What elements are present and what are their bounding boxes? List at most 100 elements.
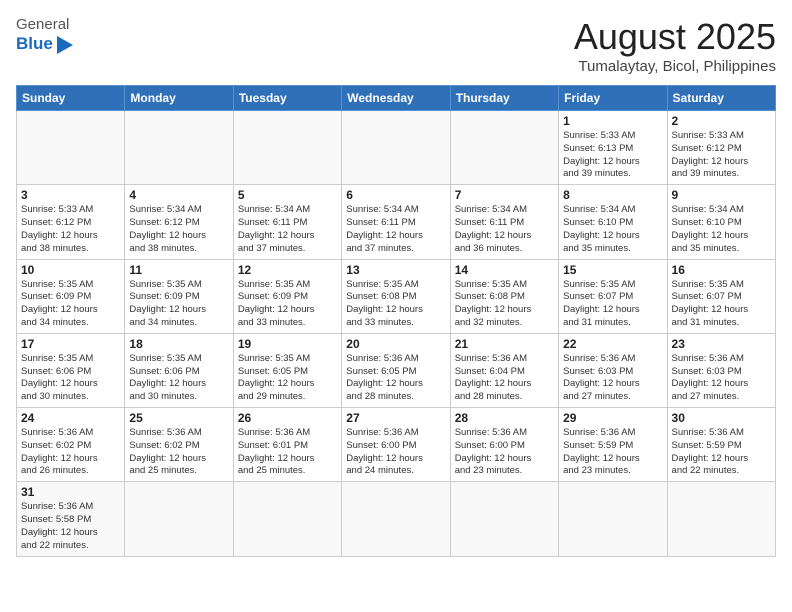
- calendar-cell: 6 Sunrise: 5:34 AM Sunset: 6:11 PM Daylig…: [342, 185, 450, 259]
- logo-general: General: [16, 16, 69, 33]
- day-number: 7: [455, 188, 554, 202]
- weekday-header-monday: Monday: [125, 86, 233, 111]
- calendar-cell: [125, 482, 233, 556]
- day-info: Sunrise: 5:33 AM Sunset: 6:12 PM Dayligh…: [672, 130, 771, 181]
- calendar-cell: [667, 482, 775, 556]
- logo: General Blue: [16, 16, 73, 54]
- day-info: Sunrise: 5:35 AM Sunset: 6:06 PM Dayligh…: [21, 353, 120, 404]
- day-info: Sunrise: 5:36 AM Sunset: 5:58 PM Dayligh…: [21, 501, 120, 552]
- day-info: Sunrise: 5:35 AM Sunset: 6:09 PM Dayligh…: [129, 279, 228, 330]
- day-number: 3: [21, 188, 120, 202]
- day-info: Sunrise: 5:34 AM Sunset: 6:10 PM Dayligh…: [563, 204, 662, 255]
- day-number: 27: [346, 411, 445, 425]
- weekday-header-thursday: Thursday: [450, 86, 558, 111]
- day-number: 6: [346, 188, 445, 202]
- calendar-cell: 1Sunrise: 5:33 AM Sunset: 6:13 PM Daylig…: [559, 111, 667, 185]
- calendar-cell: 23 Sunrise: 5:36 AM Sunset: 6:03 PM Dayli…: [667, 333, 775, 407]
- day-info: Sunrise: 5:36 AM Sunset: 6:03 PM Dayligh…: [563, 353, 662, 404]
- day-info: Sunrise: 5:36 AM Sunset: 6:04 PM Dayligh…: [455, 353, 554, 404]
- day-number: 13: [346, 263, 445, 277]
- calendar-cell: 30 Sunrise: 5:36 AM Sunset: 5:59 PM Dayli…: [667, 408, 775, 482]
- day-info: Sunrise: 5:34 AM Sunset: 6:11 PM Dayligh…: [455, 204, 554, 255]
- calendar-cell: 17 Sunrise: 5:35 AM Sunset: 6:06 PM Dayli…: [17, 333, 125, 407]
- day-number: 9: [672, 188, 771, 202]
- calendar-cell: [125, 111, 233, 185]
- logo-arrow-icon: [57, 36, 73, 54]
- day-number: 26: [238, 411, 337, 425]
- day-info: Sunrise: 5:34 AM Sunset: 6:11 PM Dayligh…: [346, 204, 445, 255]
- day-number: 28: [455, 411, 554, 425]
- weekday-header-friday: Friday: [559, 86, 667, 111]
- day-number: 22: [563, 337, 662, 351]
- calendar-cell: [559, 482, 667, 556]
- day-number: 25: [129, 411, 228, 425]
- day-number: 8: [563, 188, 662, 202]
- day-number: 12: [238, 263, 337, 277]
- day-number: 16: [672, 263, 771, 277]
- calendar-cell: 15Sunrise: 5:35 AM Sunset: 6:07 PM Dayli…: [559, 259, 667, 333]
- day-info: Sunrise: 5:36 AM Sunset: 5:59 PM Dayligh…: [563, 427, 662, 478]
- day-info: Sunrise: 5:34 AM Sunset: 6:12 PM Dayligh…: [129, 204, 228, 255]
- calendar-cell: 5 Sunrise: 5:34 AM Sunset: 6:11 PM Daylig…: [233, 185, 341, 259]
- calendar-cell: [342, 482, 450, 556]
- calendar-cell: 13 Sunrise: 5:35 AM Sunset: 6:08 PM Dayli…: [342, 259, 450, 333]
- day-info: Sunrise: 5:35 AM Sunset: 6:09 PM Dayligh…: [21, 279, 120, 330]
- calendar-table: SundayMondayTuesdayWednesdayThursdayFrid…: [16, 85, 776, 557]
- day-info: Sunrise: 5:36 AM Sunset: 5:59 PM Dayligh…: [672, 427, 771, 478]
- day-info: Sunrise: 5:35 AM Sunset: 6:09 PM Dayligh…: [238, 279, 337, 330]
- calendar-cell: 28Sunrise: 5:36 AM Sunset: 6:00 PM Dayli…: [450, 408, 558, 482]
- day-number: 17: [21, 337, 120, 351]
- day-info: Sunrise: 5:36 AM Sunset: 6:03 PM Dayligh…: [672, 353, 771, 404]
- calendar-cell: 26 Sunrise: 5:36 AM Sunset: 6:01 PM Dayli…: [233, 408, 341, 482]
- day-info: Sunrise: 5:33 AM Sunset: 6:12 PM Dayligh…: [21, 204, 120, 255]
- day-info: Sunrise: 5:34 AM Sunset: 6:10 PM Dayligh…: [672, 204, 771, 255]
- day-info: Sunrise: 5:36 AM Sunset: 6:02 PM Dayligh…: [21, 427, 120, 478]
- calendar-cell: 18 Sunrise: 5:35 AM Sunset: 6:06 PM Dayli…: [125, 333, 233, 407]
- calendar-cell: 2 Sunrise: 5:33 AM Sunset: 6:12 PM Daylig…: [667, 111, 775, 185]
- day-info: Sunrise: 5:35 AM Sunset: 6:07 PM Dayligh…: [672, 279, 771, 330]
- calendar-cell: 14 Sunrise: 5:35 AM Sunset: 6:08 PM Dayli…: [450, 259, 558, 333]
- day-info: Sunrise: 5:36 AM Sunset: 6:01 PM Dayligh…: [238, 427, 337, 478]
- day-info: Sunrise: 5:35 AM Sunset: 6:08 PM Dayligh…: [455, 279, 554, 330]
- calendar-cell: [342, 111, 450, 185]
- logo-blue: Blue: [16, 34, 53, 54]
- day-number: 11: [129, 263, 228, 277]
- day-info: Sunrise: 5:36 AM Sunset: 6:02 PM Dayligh…: [129, 427, 228, 478]
- calendar-cell: [450, 482, 558, 556]
- day-info: Sunrise: 5:35 AM Sunset: 6:08 PM Dayligh…: [346, 279, 445, 330]
- day-info: Sunrise: 5:36 AM Sunset: 6:00 PM Dayligh…: [346, 427, 445, 478]
- calendar-cell: 12 Sunrise: 5:35 AM Sunset: 6:09 PM Dayli…: [233, 259, 341, 333]
- calendar-cell: 20Sunrise: 5:36 AM Sunset: 6:05 PM Dayli…: [342, 333, 450, 407]
- day-info: Sunrise: 5:34 AM Sunset: 6:11 PM Dayligh…: [238, 204, 337, 255]
- day-number: 30: [672, 411, 771, 425]
- page: General Blue August 2025 Tumalaytay, Bic…: [0, 0, 792, 565]
- calendar-cell: 24 Sunrise: 5:36 AM Sunset: 6:02 PM Dayli…: [17, 408, 125, 482]
- day-number: 23: [672, 337, 771, 351]
- weekday-header-tuesday: Tuesday: [233, 86, 341, 111]
- day-info: Sunrise: 5:35 AM Sunset: 6:07 PM Dayligh…: [563, 279, 662, 330]
- calendar-cell: 9 Sunrise: 5:34 AM Sunset: 6:10 PM Daylig…: [667, 185, 775, 259]
- day-info: Sunrise: 5:35 AM Sunset: 6:06 PM Dayligh…: [129, 353, 228, 404]
- day-number: 5: [238, 188, 337, 202]
- day-number: 31: [21, 485, 120, 499]
- header: General Blue August 2025 Tumalaytay, Bic…: [16, 16, 776, 75]
- day-number: 2: [672, 114, 771, 128]
- weekday-header-saturday: Saturday: [667, 86, 775, 111]
- day-number: 20: [346, 337, 445, 351]
- day-info: Sunrise: 5:35 AM Sunset: 6:05 PM Dayligh…: [238, 353, 337, 404]
- title-block: August 2025 Tumalaytay, Bicol, Philippin…: [574, 16, 776, 75]
- calendar-cell: 3 Sunrise: 5:33 AM Sunset: 6:12 PM Daylig…: [17, 185, 125, 259]
- title-location: Tumalaytay, Bicol, Philippines: [574, 58, 776, 75]
- day-number: 14: [455, 263, 554, 277]
- calendar-cell: 21 Sunrise: 5:36 AM Sunset: 6:04 PM Dayli…: [450, 333, 558, 407]
- calendar-cell: 25 Sunrise: 5:36 AM Sunset: 6:02 PM Dayli…: [125, 408, 233, 482]
- day-number: 21: [455, 337, 554, 351]
- day-number: 24: [21, 411, 120, 425]
- day-number: 18: [129, 337, 228, 351]
- calendar-cell: [233, 482, 341, 556]
- day-info: Sunrise: 5:33 AM Sunset: 6:13 PM Dayligh…: [563, 130, 662, 181]
- day-number: 29: [563, 411, 662, 425]
- day-number: 10: [21, 263, 120, 277]
- calendar-cell: 31 Sunrise: 5:36 AM Sunset: 5:58 PM Dayli…: [17, 482, 125, 556]
- title-month: August 2025: [574, 16, 776, 58]
